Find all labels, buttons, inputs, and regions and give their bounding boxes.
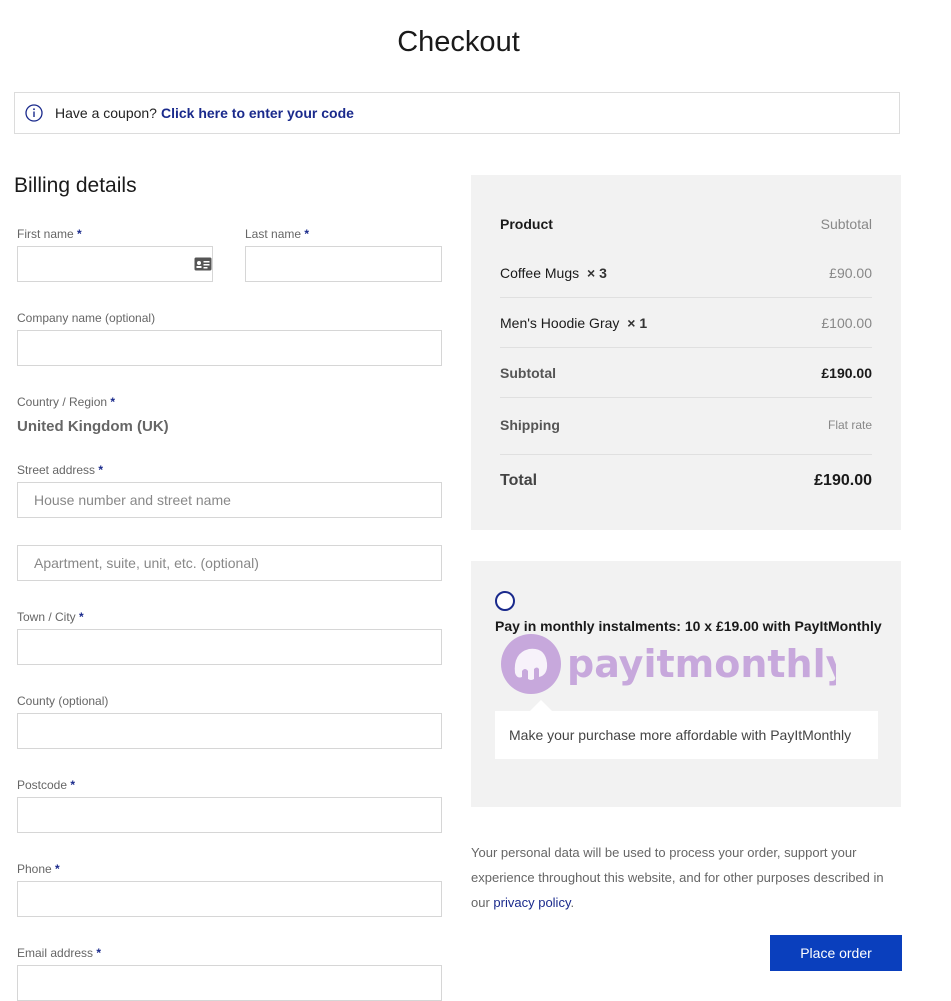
divider (500, 454, 872, 455)
privacy-policy-link[interactable]: privacy policy (493, 895, 570, 910)
email-label: Email address * (17, 946, 102, 960)
order-header: Product Subtotal (500, 215, 872, 233)
street-address-field[interactable] (17, 482, 442, 518)
total-value: £190.00 (814, 472, 872, 489)
place-order-button[interactable]: Place order (770, 935, 902, 971)
county-field[interactable] (17, 713, 442, 749)
shipping-row: Shipping Flat rate (500, 416, 872, 434)
street-label: Street address * (17, 463, 104, 477)
item-price: £100.00 (821, 315, 872, 331)
town-label: Town / City * (17, 610, 84, 624)
payment-methods: Pay in monthly instalments: 10 x £19.00 … (471, 561, 901, 807)
company-field[interactable] (17, 330, 442, 366)
country-label: Country / Region * (17, 395, 116, 409)
email-field[interactable] (17, 965, 442, 1001)
privacy-end: . (570, 895, 575, 910)
item-name: Coffee Mugs (500, 265, 580, 281)
item-price: £90.00 (829, 265, 872, 281)
county-label: County (optional) (17, 694, 109, 708)
phone-label: Phone * (17, 862, 60, 876)
postcode-field[interactable] (17, 797, 442, 833)
divider (500, 397, 872, 398)
shipping-label: Shipping (500, 417, 560, 433)
subtotal-value: £190.00 (821, 365, 872, 381)
order-review: Product Subtotal Coffee Mugs × 3 £90.00 … (471, 175, 901, 530)
order-item: Coffee Mugs × 3 £90.00 (500, 264, 872, 282)
item-qty: × 3 (587, 265, 607, 281)
payment-radio[interactable] (495, 591, 515, 611)
divider (500, 297, 872, 298)
town-field[interactable] (17, 629, 442, 665)
last-name-label: Last name * (245, 227, 310, 241)
subtotal-row: Subtotal £190.00 (500, 364, 872, 382)
apartment-field[interactable] (17, 545, 442, 581)
country-value: United Kingdom (UK) (17, 418, 169, 435)
page-title: Checkout (397, 26, 520, 58)
first-name-field[interactable] (17, 246, 213, 282)
product-header: Product (500, 216, 553, 232)
payment-option-label[interactable]: Pay in monthly instalments: 10 x £19.00 … (495, 618, 882, 634)
svg-text:payitmonthly: payitmonthly (567, 642, 836, 686)
order-item: Men's Hoodie Gray × 1 £100.00 (500, 314, 872, 332)
first-name-label: First name * (17, 227, 82, 241)
item-name: Men's Hoodie Gray (500, 315, 620, 331)
coupon-link[interactable]: Click here to enter your code (161, 105, 354, 121)
subtotal-label: Subtotal (500, 365, 556, 381)
payitmonthly-logo: payitmonthly (501, 634, 836, 694)
subtotal-header: Subtotal (820, 216, 872, 232)
company-label: Company name (optional) (17, 311, 156, 325)
payment-description: Make your purchase more affordable with … (495, 711, 878, 759)
item-qty: × 1 (627, 315, 648, 331)
total-row: Total £190.00 (500, 471, 872, 491)
billing-title: Billing details (14, 174, 137, 197)
info-icon (25, 104, 43, 122)
coupon-prompt: Have a coupon? (55, 105, 157, 121)
contact-card-icon[interactable] (194, 257, 212, 271)
divider (500, 347, 872, 348)
privacy-notice: Your personal data will be used to proce… (471, 840, 903, 915)
total-label: Total (500, 472, 538, 489)
postcode-label: Postcode * (17, 778, 76, 792)
coupon-notice: Have a coupon? Click here to enter your … (14, 92, 900, 134)
last-name-field[interactable] (245, 246, 442, 282)
phone-field[interactable] (17, 881, 442, 917)
shipping-value: Flat rate (827, 418, 872, 432)
